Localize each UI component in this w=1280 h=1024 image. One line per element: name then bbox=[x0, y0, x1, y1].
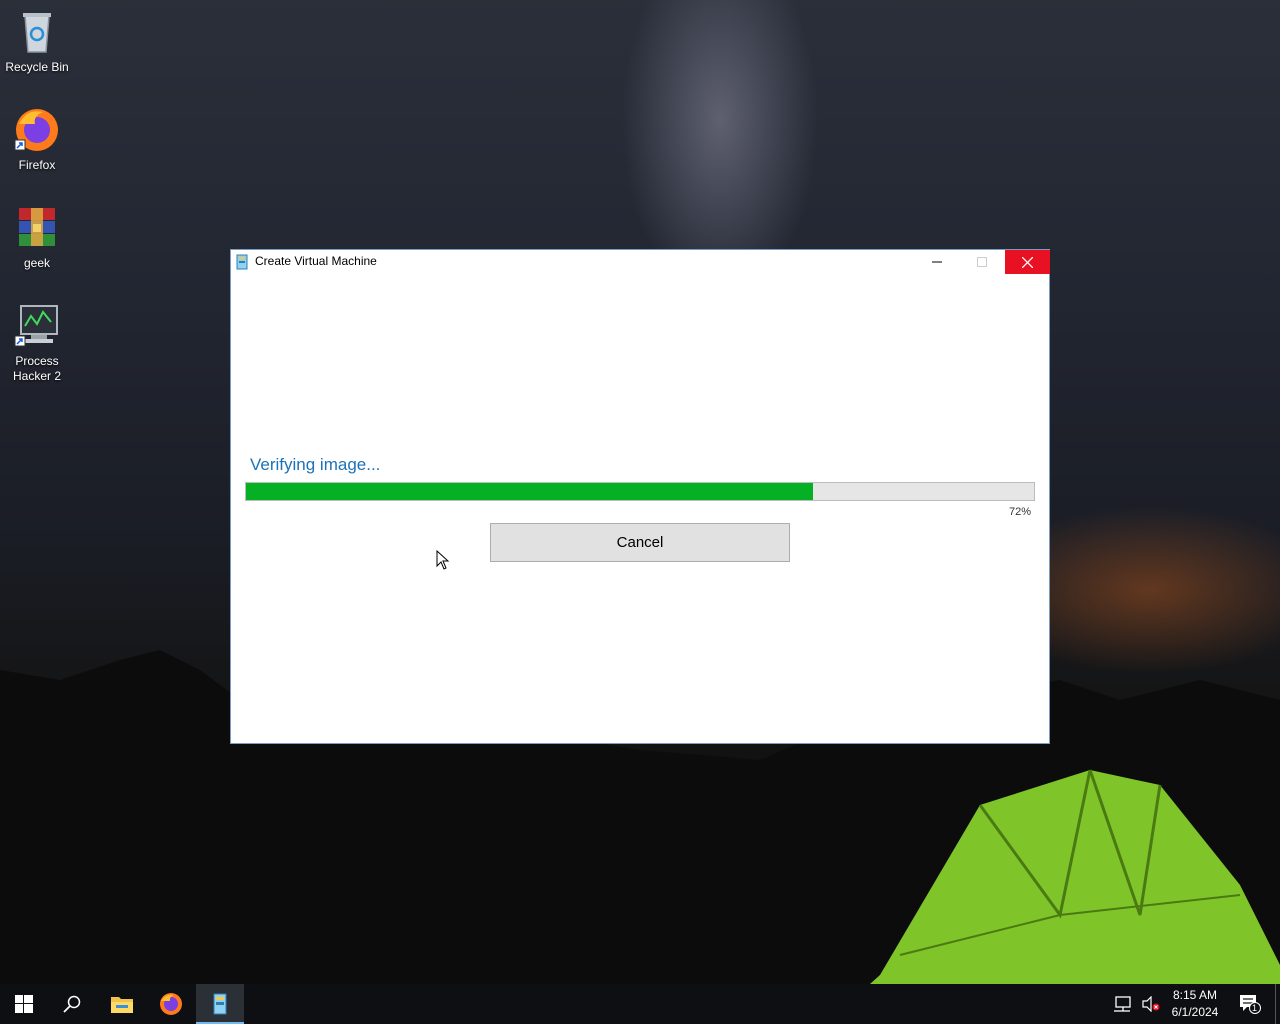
close-button[interactable] bbox=[1005, 250, 1050, 274]
winrar-icon bbox=[13, 204, 61, 252]
network-tray-button[interactable] bbox=[1104, 984, 1140, 1024]
desktop-icon-geek[interactable]: geek bbox=[2, 204, 72, 271]
desktop-icon-firefox[interactable]: Firefox bbox=[2, 106, 72, 173]
process-hacker-icon bbox=[13, 302, 61, 350]
minimize-icon bbox=[931, 261, 942, 263]
notification-count: 1 bbox=[1252, 1003, 1258, 1013]
start-button[interactable] bbox=[0, 984, 48, 1024]
maximize-icon bbox=[976, 257, 987, 267]
volume-muted-icon bbox=[1142, 996, 1160, 1012]
file-explorer-icon bbox=[111, 997, 133, 1013]
search-icon bbox=[63, 995, 81, 1013]
virtual-machine-icon bbox=[213, 993, 227, 1015]
clock-date: 6/1/2024 bbox=[1171, 1005, 1219, 1019]
firefox-icon bbox=[160, 993, 182, 1015]
taskbar-firefox[interactable] bbox=[147, 984, 195, 1024]
volume-tray-button[interactable] bbox=[1138, 984, 1164, 1024]
cancel-button[interactable]: Cancel bbox=[490, 523, 790, 562]
desktop-icon-recycle-bin[interactable]: Recycle Bin bbox=[2, 8, 72, 75]
mouse-cursor-icon bbox=[436, 550, 450, 570]
status-text: Verifying image... bbox=[250, 455, 381, 474]
close-icon bbox=[1022, 256, 1033, 268]
firefox-icon bbox=[13, 106, 61, 154]
desktop-icon-process-hacker[interactable]: Process Hacker 2 bbox=[2, 302, 72, 384]
desktop-icon-label: Recycle Bin bbox=[5, 60, 69, 74]
window-title: Create Virtual Machine bbox=[255, 254, 377, 268]
show-desktop-button[interactable] bbox=[1275, 984, 1276, 1024]
search-button[interactable] bbox=[48, 984, 96, 1024]
window-titlebar[interactable]: Create Virtual Machine bbox=[231, 250, 1050, 274]
notifications-button[interactable]: 1 bbox=[1232, 984, 1268, 1024]
maximize-button bbox=[959, 250, 1004, 274]
desktop-icon-label: Firefox bbox=[18, 158, 56, 172]
taskbar-file-explorer[interactable] bbox=[98, 984, 146, 1024]
tent-image bbox=[870, 769, 1280, 984]
network-icon bbox=[1114, 996, 1131, 1012]
desktop-icon-label: geek bbox=[23, 256, 51, 270]
desktop-icon-label: Process Hacker 2 bbox=[12, 354, 62, 383]
progress-bar bbox=[245, 482, 1035, 501]
create-vm-window: Create Virtual Machine Verifying image..… bbox=[230, 249, 1050, 744]
minimize-button[interactable] bbox=[914, 250, 959, 274]
start-icon bbox=[15, 995, 33, 1013]
taskbar: 8:15 AM 6/1/2024 1 bbox=[0, 984, 1280, 1024]
notification-icon bbox=[1240, 995, 1261, 1014]
taskbar-clock[interactable]: 8:15 AM 6/1/2024 bbox=[1162, 987, 1228, 1021]
progress-bar-fill bbox=[246, 483, 814, 500]
recycle-bin-icon bbox=[13, 8, 61, 56]
taskbar-create-vm[interactable] bbox=[196, 984, 244, 1024]
virtual-machine-icon bbox=[236, 254, 248, 270]
progress-percentage: 72% bbox=[1008, 506, 1031, 518]
clock-time: 8:15 AM bbox=[1172, 988, 1218, 1002]
